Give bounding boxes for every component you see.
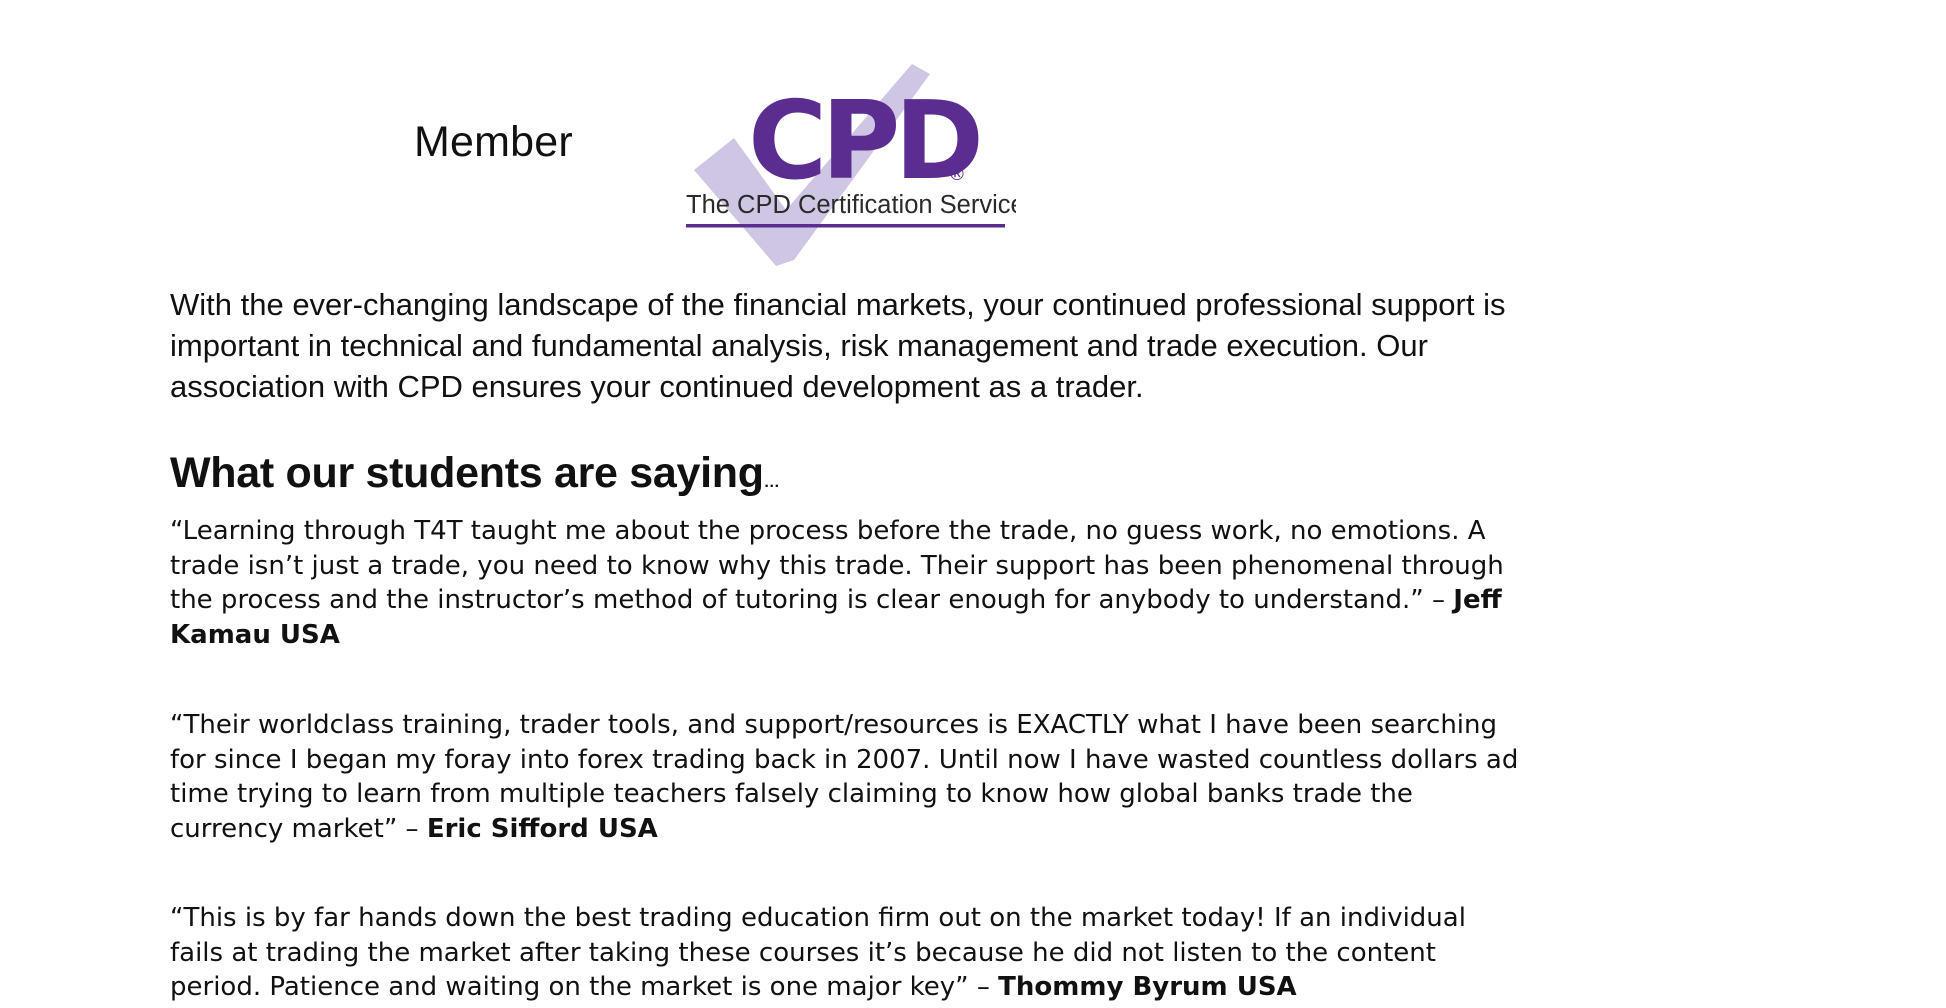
section-heading-text: What our students are saying — [170, 449, 764, 497]
testimonial-quote: “Learning through T4T taught me about th… — [170, 516, 1504, 615]
cpd-certification-logo: CPD ® The CPD Certification Service — [686, 64, 1016, 266]
registered-mark: ® — [948, 164, 966, 185]
testimonial-author: Thommy Byrum USA — [998, 972, 1297, 1002]
cpd-logo-text: CPD — [748, 79, 978, 204]
testimonial: “Learning through T4T taught me about th… — [170, 514, 1520, 652]
testimonial-quote: “Their worldclass training, trader tools… — [170, 710, 1519, 844]
logo-underline — [686, 224, 1005, 228]
section-heading-ellipsis: … — [763, 474, 780, 491]
testimonial: “This is by far hands down the best trad… — [170, 901, 1520, 1005]
member-label: Member — [414, 118, 573, 166]
intro-paragraph: With the ever-changing landscape of the … — [170, 287, 1506, 404]
section-heading: What our students are saying… — [170, 449, 780, 498]
testimonial: “Their worldclass training, trader tools… — [170, 708, 1520, 846]
cpd-logo-caption: The CPD Certification Service — [686, 191, 1016, 219]
testimonial-author: Eric Sifford USA — [426, 813, 658, 844]
